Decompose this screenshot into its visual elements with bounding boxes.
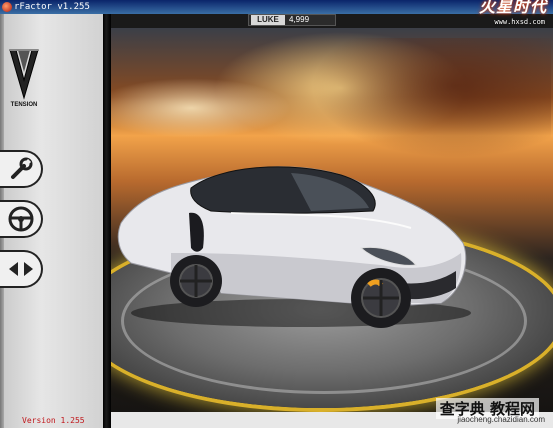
tension-logo-icon — [9, 49, 39, 100]
top-watermark-url: www.hxsd.com — [494, 18, 545, 26]
wrench-icon — [10, 157, 32, 179]
user-points: 4,999 — [289, 15, 310, 24]
car-showroom-viewport[interactable] — [111, 28, 553, 412]
background-swoosh — [311, 38, 551, 158]
sidebar-divider — [103, 14, 111, 428]
user-info-box: LUKE 4,999 — [248, 14, 336, 26]
version-label: Version 1.255 — [22, 416, 85, 425]
drive-button[interactable] — [0, 200, 43, 238]
car-model[interactable] — [111, 153, 481, 328]
user-name: LUKE — [251, 15, 285, 25]
bottom-watermark-url: jiaocheng.chazidian.com — [457, 415, 545, 424]
logo-caption: TENSION — [10, 102, 38, 108]
app-icon — [2, 2, 12, 12]
sports-car-image — [117, 166, 471, 328]
setup-button[interactable] — [0, 150, 43, 188]
title-bar: rFactor v1.255 火星时代 www.hxsd.com — [0, 0, 553, 26]
bottom-watermark: 查字典 教程网 jiaocheng.chazidian.com — [397, 398, 547, 428]
top-watermark-logo: 火星时代 www.hxsd.com — [435, 0, 547, 26]
steering-wheel-icon — [8, 206, 33, 232]
top-watermark-text: 火星时代 — [478, 0, 547, 16]
window-title: rFactor v1.255 — [14, 2, 90, 12]
arrows-icon — [8, 262, 33, 276]
background-light — [111, 78, 291, 138]
tension-logo: TENSION — [6, 46, 42, 116]
compare-button[interactable] — [0, 250, 43, 288]
sidebar: TENSION Version 1.255 — [0, 14, 103, 428]
